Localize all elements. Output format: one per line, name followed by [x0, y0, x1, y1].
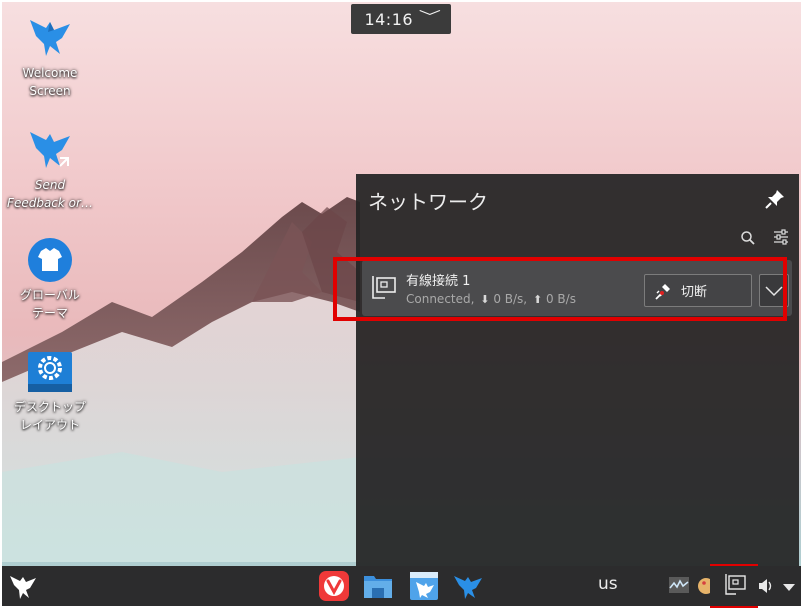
chevron-down-icon: ﹀	[418, 10, 442, 26]
bird-icon	[26, 14, 74, 62]
desktop-icon-welcome[interactable]: Welcome Screen	[2, 14, 100, 100]
layout-gear-icon	[26, 348, 74, 396]
app-launcher-bird-icon[interactable]	[8, 570, 38, 602]
popup-title: ネットワーク	[368, 190, 488, 214]
pin-icon[interactable]	[764, 188, 786, 210]
desktop-icon-global-theme[interactable]: グローバル テーマ	[2, 236, 100, 322]
desktop-icon-feedback[interactable]: Send Feedback or…	[2, 126, 100, 212]
bird-link-icon	[26, 126, 74, 174]
tshirt-icon	[26, 236, 74, 284]
desktop-icon-label: Send Feedback or…	[7, 178, 93, 210]
network-tray-icon[interactable]	[724, 572, 748, 604]
desktop-icon-label: Welcome Screen	[22, 66, 78, 98]
settings-sliders-icon[interactable]	[772, 228, 790, 246]
keyboard-layout-indicator[interactable]: us	[598, 574, 618, 594]
clock-widget[interactable]: 14:16 ﹀	[351, 4, 451, 34]
desktop-icon-desktop-layout[interactable]: デスクトップ レイアウト	[2, 348, 100, 434]
palette-icon[interactable]	[696, 576, 714, 608]
search-icon[interactable]	[740, 230, 756, 246]
software-center-icon[interactable]	[408, 570, 440, 602]
vivaldi-browser-icon[interactable]	[318, 570, 350, 602]
desktop-icon-label: デスクトップ レイアウト	[13, 400, 86, 432]
taskbar: us	[2, 566, 801, 606]
desktop-icon-label: グローバル テーマ	[20, 288, 80, 320]
network-popup: ネットワーク 有線接続 1 Connected, ⬇ 0 B/s, ⬆ 0 B/…	[356, 174, 799, 566]
tray-expand-arrow-icon[interactable]	[782, 578, 796, 610]
volume-icon[interactable]	[758, 576, 774, 608]
system-monitor-icon[interactable]	[668, 574, 690, 606]
file-manager-icon[interactable]	[362, 570, 394, 602]
welcome-bird-icon[interactable]	[452, 570, 484, 602]
clock-time: 14:16	[364, 9, 414, 29]
highlight-box-connection	[333, 257, 787, 321]
